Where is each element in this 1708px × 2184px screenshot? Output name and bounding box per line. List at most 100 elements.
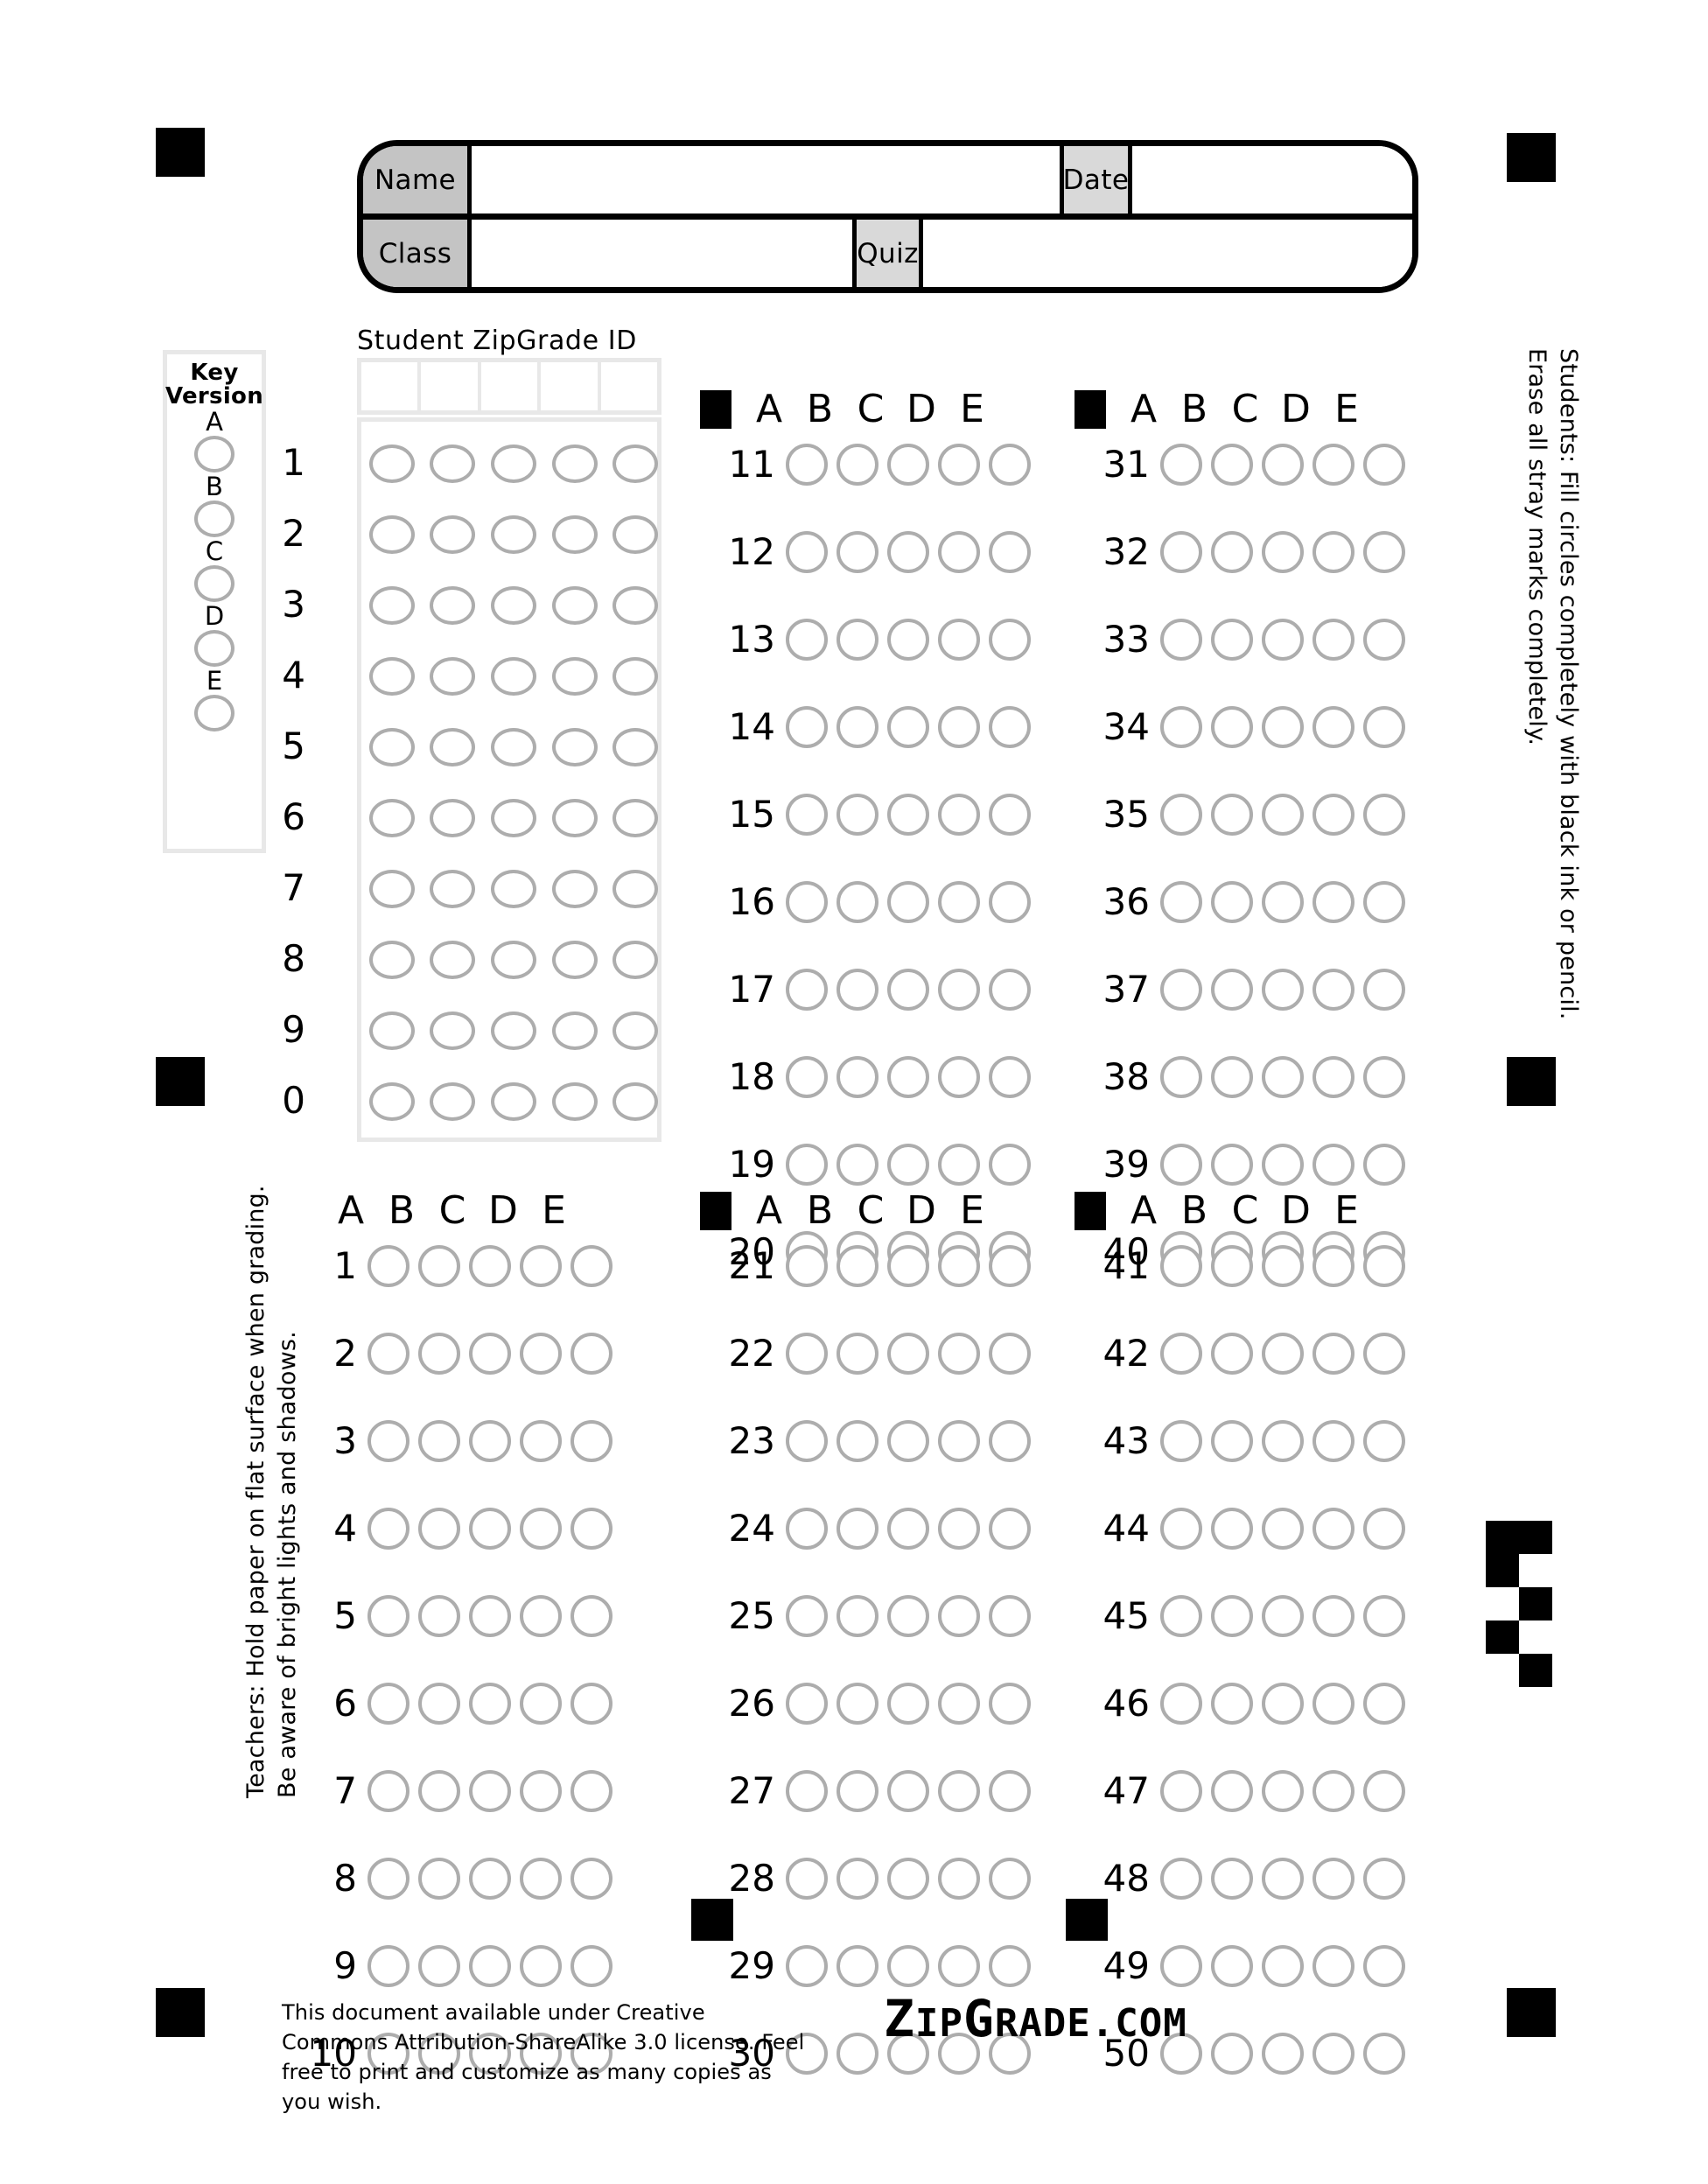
answer-bubble-q4-e[interactable] — [570, 1508, 612, 1550]
student-id-bubble[interactable] — [430, 799, 476, 837]
answer-bubble-q15-e[interactable] — [989, 794, 1031, 836]
answer-bubble-q27-b[interactable] — [836, 1770, 878, 1812]
answer-bubble-q37-e[interactable] — [1363, 969, 1405, 1011]
answer-bubble-q48-e[interactable] — [1363, 1858, 1405, 1900]
answer-bubble-q3-d[interactable] — [520, 1420, 562, 1462]
answer-bubble-q7-b[interactable] — [418, 1770, 460, 1812]
answer-bubble-q15-a[interactable] — [786, 794, 828, 836]
answer-bubble-q6-d[interactable] — [520, 1683, 562, 1725]
answer-bubble-q17-b[interactable] — [836, 969, 878, 1011]
student-id-bubble[interactable] — [612, 870, 659, 908]
answer-bubble-q28-a[interactable] — [786, 1858, 828, 1900]
answer-bubble-q4-c[interactable] — [469, 1508, 511, 1550]
answer-bubble-q45-b[interactable] — [1211, 1595, 1253, 1637]
answer-bubble-q35-c[interactable] — [1262, 794, 1304, 836]
answer-bubble-q21-b[interactable] — [836, 1245, 878, 1287]
answer-bubble-q47-d[interactable] — [1312, 1770, 1354, 1812]
answer-bubble-q38-e[interactable] — [1363, 1056, 1405, 1098]
answer-bubble-q33-b[interactable] — [1211, 619, 1253, 661]
answer-bubble-q49-e[interactable] — [1363, 1945, 1405, 1987]
answer-bubble-q46-b[interactable] — [1211, 1683, 1253, 1725]
answer-bubble-q42-a[interactable] — [1160, 1333, 1202, 1375]
answer-bubble-q9-a[interactable] — [368, 1945, 410, 1987]
answer-bubble-q34-b[interactable] — [1211, 706, 1253, 748]
student-id-bubble[interactable] — [551, 444, 598, 483]
answer-bubble-q2-e[interactable] — [570, 1333, 612, 1375]
answer-bubble-q2-a[interactable] — [368, 1333, 410, 1375]
key-version-option-c[interactable]: C — [194, 539, 234, 603]
answer-bubble-q32-d[interactable] — [1312, 531, 1354, 573]
answer-bubble-q39-b[interactable] — [1211, 1144, 1253, 1186]
answer-bubble-q34-d[interactable] — [1312, 706, 1354, 748]
student-id-bubble[interactable] — [612, 1082, 659, 1121]
answer-bubble-q23-e[interactable] — [989, 1420, 1031, 1462]
student-id-bubble[interactable] — [551, 1082, 598, 1121]
answer-bubble-q21-e[interactable] — [989, 1245, 1031, 1287]
student-id-bubble[interactable] — [551, 586, 598, 625]
answer-bubble-q24-d[interactable] — [938, 1508, 980, 1550]
answer-bubble-q25-e[interactable] — [989, 1595, 1031, 1637]
answer-bubble-q3-a[interactable] — [368, 1420, 410, 1462]
key-version-bubble-a[interactable] — [194, 436, 234, 473]
student-id-write-cell[interactable] — [361, 362, 422, 410]
answer-bubble-q25-b[interactable] — [836, 1595, 878, 1637]
answer-bubble-q4-b[interactable] — [418, 1508, 460, 1550]
answer-bubble-q29-a[interactable] — [786, 1945, 828, 1987]
answer-bubble-q45-e[interactable] — [1363, 1595, 1405, 1637]
answer-bubble-q19-a[interactable] — [786, 1144, 828, 1186]
answer-bubble-q14-c[interactable] — [887, 706, 929, 748]
answer-bubble-q26-c[interactable] — [887, 1683, 929, 1725]
student-id-write-cell[interactable] — [601, 362, 657, 410]
answer-bubble-q26-d[interactable] — [938, 1683, 980, 1725]
answer-bubble-q1-d[interactable] — [520, 1245, 562, 1287]
answer-bubble-q46-e[interactable] — [1363, 1683, 1405, 1725]
student-id-bubble[interactable] — [612, 941, 659, 979]
answer-bubble-q28-d[interactable] — [938, 1858, 980, 1900]
answer-bubble-q5-a[interactable] — [368, 1595, 410, 1637]
answer-bubble-q42-d[interactable] — [1312, 1333, 1354, 1375]
answer-bubble-q26-e[interactable] — [989, 1683, 1031, 1725]
answer-bubble-q43-c[interactable] — [1262, 1420, 1304, 1462]
key-version-bubble-c[interactable] — [194, 565, 234, 603]
answer-bubble-q21-d[interactable] — [938, 1245, 980, 1287]
answer-bubble-q48-c[interactable] — [1262, 1858, 1304, 1900]
answer-bubble-q16-e[interactable] — [989, 881, 1031, 923]
student-id-bubble[interactable] — [490, 728, 536, 766]
answer-bubble-q31-e[interactable] — [1363, 444, 1405, 486]
answer-bubble-q32-a[interactable] — [1160, 531, 1202, 573]
answer-bubble-q45-d[interactable] — [1312, 1595, 1354, 1637]
student-id-bubble[interactable] — [430, 941, 476, 979]
quiz-input[interactable] — [923, 220, 1412, 287]
answer-bubble-q28-c[interactable] — [887, 1858, 929, 1900]
answer-bubble-q7-a[interactable] — [368, 1770, 410, 1812]
answer-bubble-q47-c[interactable] — [1262, 1770, 1304, 1812]
answer-bubble-q32-b[interactable] — [1211, 531, 1253, 573]
answer-bubble-q4-a[interactable] — [368, 1508, 410, 1550]
answer-bubble-q32-e[interactable] — [1363, 531, 1405, 573]
answer-bubble-q49-c[interactable] — [1262, 1945, 1304, 1987]
answer-bubble-q45-a[interactable] — [1160, 1595, 1202, 1637]
answer-bubble-q14-e[interactable] — [989, 706, 1031, 748]
answer-bubble-q34-e[interactable] — [1363, 706, 1405, 748]
answer-bubble-q50-c[interactable] — [1262, 2033, 1304, 2075]
answer-bubble-q17-d[interactable] — [938, 969, 980, 1011]
answer-bubble-q43-e[interactable] — [1363, 1420, 1405, 1462]
answer-bubble-q13-c[interactable] — [887, 619, 929, 661]
answer-bubble-q24-e[interactable] — [989, 1508, 1031, 1550]
answer-bubble-q37-a[interactable] — [1160, 969, 1202, 1011]
answer-bubble-q5-e[interactable] — [570, 1595, 612, 1637]
answer-bubble-q11-d[interactable] — [938, 444, 980, 486]
student-id-bubble[interactable] — [490, 870, 536, 908]
student-id-bubble[interactable] — [612, 444, 659, 483]
answer-bubble-q50-b[interactable] — [1211, 2033, 1253, 2075]
answer-bubble-q8-a[interactable] — [368, 1858, 410, 1900]
student-id-bubble[interactable] — [490, 657, 536, 696]
student-id-bubble[interactable] — [490, 586, 536, 625]
student-id-bubble[interactable] — [368, 515, 415, 554]
answer-bubble-q1-c[interactable] — [469, 1245, 511, 1287]
class-input[interactable] — [472, 220, 857, 287]
answer-bubble-q18-e[interactable] — [989, 1056, 1031, 1098]
answer-bubble-q13-d[interactable] — [938, 619, 980, 661]
answer-bubble-q22-c[interactable] — [887, 1333, 929, 1375]
answer-bubble-q24-a[interactable] — [786, 1508, 828, 1550]
